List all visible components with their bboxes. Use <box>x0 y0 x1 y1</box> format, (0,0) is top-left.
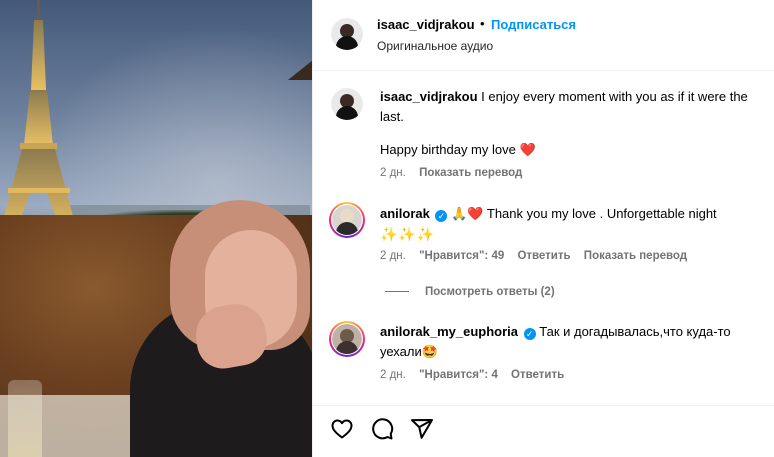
comment2-text: anilorak_my_euphoria ✓ Так и догадывалас… <box>380 322 772 362</box>
comment1-likes[interactable]: "Нравится": 49 <box>419 250 504 262</box>
comment2-avatar <box>332 324 362 354</box>
comment1-avatar-ring[interactable] <box>329 202 365 238</box>
caption-username[interactable]: isaac_vidjrakou <box>380 89 478 104</box>
comment2-avatar-ring[interactable] <box>329 321 365 357</box>
comment1-meta: 2 дн. "Нравится": 49 Ответить Показать п… <box>380 250 697 262</box>
author-avatar[interactable] <box>331 18 363 50</box>
heart-emoji: ❤️ <box>519 142 536 157</box>
comment2-reply-button[interactable]: Ответить <box>511 369 564 381</box>
header-divider <box>313 70 774 71</box>
comment2-line1: Так и догадывалась,что куда-то <box>535 324 731 339</box>
heart-icon <box>331 419 353 439</box>
comment2-time[interactable]: 2 дн. <box>380 369 406 381</box>
audio-link[interactable]: Оригинальное аудио <box>377 39 493 53</box>
comment1-text: anilorak ✓ 🙏❤️ Thank you my love . Unfor… <box>380 204 772 245</box>
view-replies-label: Посмотреть ответы (2) <box>425 286 555 298</box>
share-button[interactable] <box>410 417 434 441</box>
author-username[interactable]: isaac_vidjrakou <box>377 17 475 32</box>
comment2-line2: уехали <box>380 344 422 359</box>
share-icon <box>411 419 433 439</box>
comment1-emoji: 🙏❤️ <box>451 206 484 221</box>
champagne-glass <box>8 380 42 457</box>
replies-line <box>385 291 409 293</box>
caption-birthday: Happy birthday my love ❤️ <box>380 140 536 160</box>
comment2-emoji: 🤩 <box>421 344 438 359</box>
caption-avatar[interactable] <box>331 88 363 120</box>
post-media[interactable] <box>0 0 312 457</box>
verified-badge-icon: ✓ <box>523 328 536 340</box>
caption-line3: Happy birthday my love <box>380 142 516 157</box>
verified-badge-icon: ✓ <box>435 210 448 222</box>
follow-button[interactable]: Подписаться <box>491 17 576 32</box>
caption-line1: I enjoy every moment with you as if it w… <box>477 89 748 104</box>
view-replies-button[interactable]: Посмотреть ответы (2) <box>385 286 555 298</box>
caption-time[interactable]: 2 дн. <box>380 167 406 179</box>
caption-text: isaac_vidjrakou I enjoy every moment wit… <box>380 87 772 127</box>
caption-meta: 2 дн. Показать перевод <box>380 167 532 179</box>
comment-button[interactable] <box>370 417 394 441</box>
comment1-reply-button[interactable]: Ответить <box>517 250 570 262</box>
caption-line2: last. <box>380 109 404 124</box>
sparkles-emoji: ✨✨✨ <box>380 226 436 242</box>
separator-dot: • <box>480 16 485 31</box>
comment-icon <box>372 418 394 440</box>
comment2-likes[interactable]: "Нравится": 4 <box>419 369 498 381</box>
caption-translate-button[interactable]: Показать перевод <box>419 167 522 179</box>
comment1-body: Thank you my love . Unforgettable night <box>486 206 717 221</box>
comment1-translate-button[interactable]: Показать перевод <box>584 250 687 262</box>
comment1-avatar <box>332 205 362 235</box>
comment2-meta: 2 дн. "Нравится": 4 Ответить <box>380 369 574 381</box>
actions-divider <box>313 405 774 406</box>
comment1-time[interactable]: 2 дн. <box>380 250 406 262</box>
comment1-username[interactable]: anilorak <box>380 206 430 221</box>
post-side-panel: isaac_vidjrakou • Подписаться Оригинальн… <box>312 0 774 457</box>
comment2-username[interactable]: anilorak_my_euphoria <box>380 324 518 339</box>
like-button[interactable] <box>330 417 354 441</box>
